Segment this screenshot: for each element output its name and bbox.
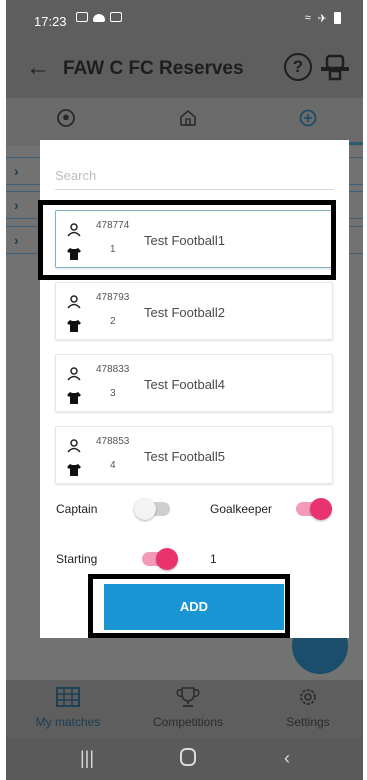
player-name: Test Football2 <box>144 305 225 320</box>
nav-settings[interactable]: Settings <box>258 686 358 729</box>
goalkeeper-toggle[interactable] <box>296 498 332 520</box>
captain-toggle[interactable] <box>134 498 170 520</box>
player-name: Test Football4 <box>144 377 225 392</box>
gallery-icon <box>76 12 88 22</box>
system-nav-bar: ||| ‹ <box>6 738 363 780</box>
recent-apps-icon[interactable]: ||| <box>80 748 94 769</box>
highlight-box-add-button <box>88 574 290 638</box>
system-back-icon[interactable]: ‹ <box>284 748 290 769</box>
nav-my-matches[interactable]: My matches <box>18 686 118 729</box>
add-circle-tab-icon[interactable] <box>298 108 318 128</box>
app-bar: ← FAW C FC Reserves ? <box>6 38 363 98</box>
chevron-right-icon: › <box>14 163 19 179</box>
person-icon <box>67 439 81 453</box>
page-title: FAW C FC Reserves <box>63 58 244 79</box>
trophy-icon <box>176 687 200 707</box>
airplane-icon: ✈ <box>317 13 327 25</box>
tab-row <box>6 98 363 146</box>
player-card[interactable]: 478833 3 Test Football4 <box>55 354 333 412</box>
search-field <box>55 156 334 190</box>
search-input[interactable] <box>55 156 334 189</box>
nav-label: My matches <box>35 715 101 729</box>
football-tab-icon[interactable] <box>56 108 76 128</box>
toggle-knob <box>134 498 156 520</box>
player-id: 478793 <box>96 292 130 303</box>
starting-label: Starting <box>56 552 98 566</box>
wifi-icon: ≈ <box>304 12 311 24</box>
nav-label: Competitions <box>152 715 224 729</box>
calendar-grid-icon <box>56 687 80 707</box>
home-icon[interactable] <box>180 748 196 766</box>
shirt-number: 3 <box>110 388 116 399</box>
shirt-icon <box>67 320 81 332</box>
cloud-icon <box>93 14 105 22</box>
goalkeeper-label: Goalkeeper <box>210 502 273 516</box>
captain-label: Captain <box>56 502 98 516</box>
highlight-box-selected-player <box>38 200 336 280</box>
bottom-nav: My matches Competitions Settings <box>6 680 363 738</box>
player-card[interactable]: 478793 2 Test Football2 <box>55 282 333 340</box>
home-tab-icon[interactable] <box>178 108 198 128</box>
nav-competitions[interactable]: Competitions <box>138 686 238 729</box>
back-arrow-icon[interactable]: ← <box>26 54 50 82</box>
chevron-right-icon: › <box>14 197 19 213</box>
calendar-icon <box>110 12 122 22</box>
chevron-right-icon: › <box>14 232 19 248</box>
player-card[interactable]: 478853 4 Test Football5 <box>55 426 333 484</box>
shirt-number: 4 <box>110 460 116 471</box>
toggle-knob <box>156 548 178 570</box>
shirt-icon <box>67 392 81 404</box>
shirt-number: 2 <box>110 316 116 327</box>
help-icon[interactable]: ? <box>284 53 312 81</box>
starting-toggle[interactable] <box>142 548 178 570</box>
player-name: Test Football5 <box>144 449 225 464</box>
person-icon <box>67 367 81 381</box>
notification-icons <box>76 12 122 22</box>
status-time: 17:23 <box>34 14 67 29</box>
starting-count: 1 <box>210 552 217 566</box>
player-id: 478853 <box>96 436 130 447</box>
system-icons: ≈ ✈ <box>305 12 341 25</box>
person-icon <box>67 295 81 309</box>
toggle-knob <box>310 498 332 520</box>
phone-screen: 17:23 ≈ ✈ ← FAW C FC Reserves ? › › › My… <box>6 0 363 780</box>
nav-label: Settings <box>286 715 330 729</box>
status-bar: 17:23 ≈ ✈ <box>6 0 363 38</box>
gear-icon <box>300 689 316 705</box>
player-id: 478833 <box>96 364 130 375</box>
battery-icon <box>334 12 341 24</box>
shirt-icon <box>67 464 81 476</box>
whistle-icon[interactable] <box>319 54 351 82</box>
